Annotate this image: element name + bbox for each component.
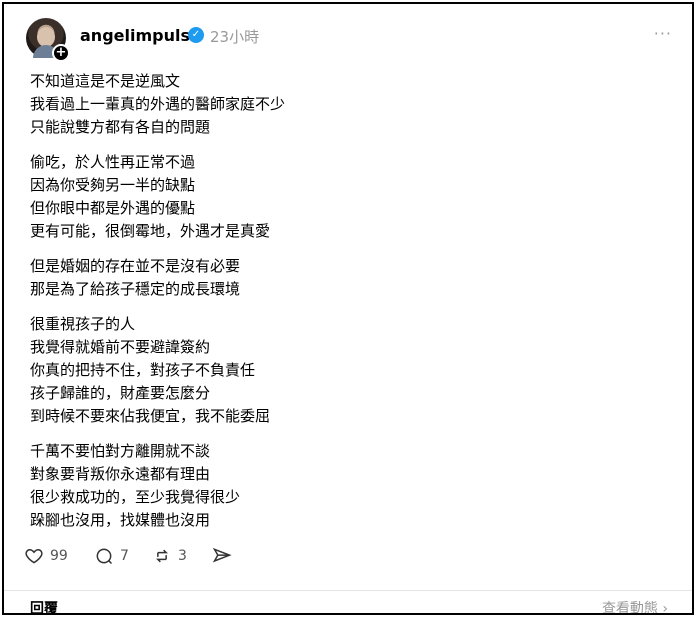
post-text-line: 孩子歸誰的，財產要怎麼分 [30, 384, 211, 402]
post-paragraph: 千萬不要怕對方離開就不談 對象要背叛你永遠都有理由很少救成功的，至少我覺得很少 跺腳… [30, 440, 650, 532]
post-text-line: 更有可能，很倒霉地，外遇才是真愛 [30, 222, 271, 240]
post-text-line: 那是為了給孩子穩定的成長環境 [30, 280, 241, 298]
repost-button[interactable]: 3 [152, 544, 187, 568]
reply-count: 7 [120, 548, 129, 564]
post-text-line: 你真的把持不住，對孩子不負責任 [30, 361, 256, 379]
avatar[interactable]: + [26, 18, 70, 62]
divider [4, 590, 692, 591]
post-paragraph: 很重視孩子的人我覺得就婚前不要避諱簽約你真的把持不住，對孩子不負責任 孩子歸誰的，… [30, 313, 650, 428]
post-text-line: 很重視孩子的人 [30, 315, 136, 333]
reply-button[interactable]: 7 [94, 544, 129, 568]
post-text-line: 我覺得就婚前不要避諱簽約 [30, 338, 211, 356]
post-card: + angelimpulse ✓ 23小時 ··· 不知道這是不是逆風文我看過上… [2, 2, 694, 615]
post-paragraph: 偷吃，於人性再正常不過 因為你受夠另一半的缺點 但你眼中都是外遇的優點更有可能，很倒… [30, 151, 650, 243]
post-timestamp[interactable]: 23小時 [210, 26, 259, 47]
post-text-line: 但是婚姻的存在並不是沒有必要 [30, 257, 241, 275]
post-text-line: 偷吃，於人性再正常不過 [30, 153, 196, 171]
post-text-line: 只能說雙方都有各自的問題 [30, 118, 211, 136]
post-text-line: 我看過上一輩真的外遇的醫師家庭不少 [30, 95, 286, 113]
more-options-icon[interactable]: ··· [654, 24, 672, 43]
post-header: + angelimpulse ✓ 23小時 ··· [22, 16, 678, 62]
verified-badge-icon: ✓ [188, 27, 204, 43]
post-paragraph: 但是婚姻的存在並不是沒有必要 那是為了給孩子穩定的成長環境 [30, 255, 650, 301]
post-text-line: 但你眼中都是外遇的優點 [30, 199, 196, 217]
post-text-line: 到時候不要來佔我便宜，我不能委屈 [30, 407, 271, 425]
avatar-face [37, 27, 55, 47]
post-text-line: 因為你受夠另一半的缺點 [30, 176, 196, 194]
like-count: 99 [50, 548, 68, 564]
post-text-line: 千萬不要怕對方離開就不談 [30, 442, 211, 460]
heart-icon [25, 548, 43, 564]
post-text-line: 不知道這是不是逆風文 [30, 72, 181, 90]
post-text-line: 跺腳也沒用，找媒體也沒用 [30, 511, 211, 529]
username[interactable]: angelimpulse [80, 26, 201, 45]
post-actions: 99 7 3 [24, 544, 324, 568]
post-text-line: 很少救成功的，至少我覺得很少 [30, 488, 241, 506]
repost-icon [156, 549, 168, 563]
like-button[interactable]: 99 [24, 544, 68, 568]
replies-tab[interactable]: 回覆 [30, 598, 58, 613]
post-paragraph: 不知道這是不是逆風文我看過上一輩真的外遇的醫師家庭不少 只能說雙方都有各自的問題 [30, 70, 650, 139]
comment-icon [96, 548, 113, 565]
post-text-line: 對象要背叛你永遠都有理由 [30, 465, 211, 483]
view-activity-link[interactable]: 查看動態 › [602, 598, 668, 613]
follow-plus-icon[interactable]: + [52, 44, 70, 62]
repost-count: 3 [178, 548, 187, 564]
post-body: 不知道這是不是逆風文 我看過上一輩真的外遇的醫師家庭不少 只能說雙方都有各自的問題偷… [30, 70, 650, 544]
share-button[interactable] [212, 544, 238, 568]
send-icon [212, 547, 232, 563]
